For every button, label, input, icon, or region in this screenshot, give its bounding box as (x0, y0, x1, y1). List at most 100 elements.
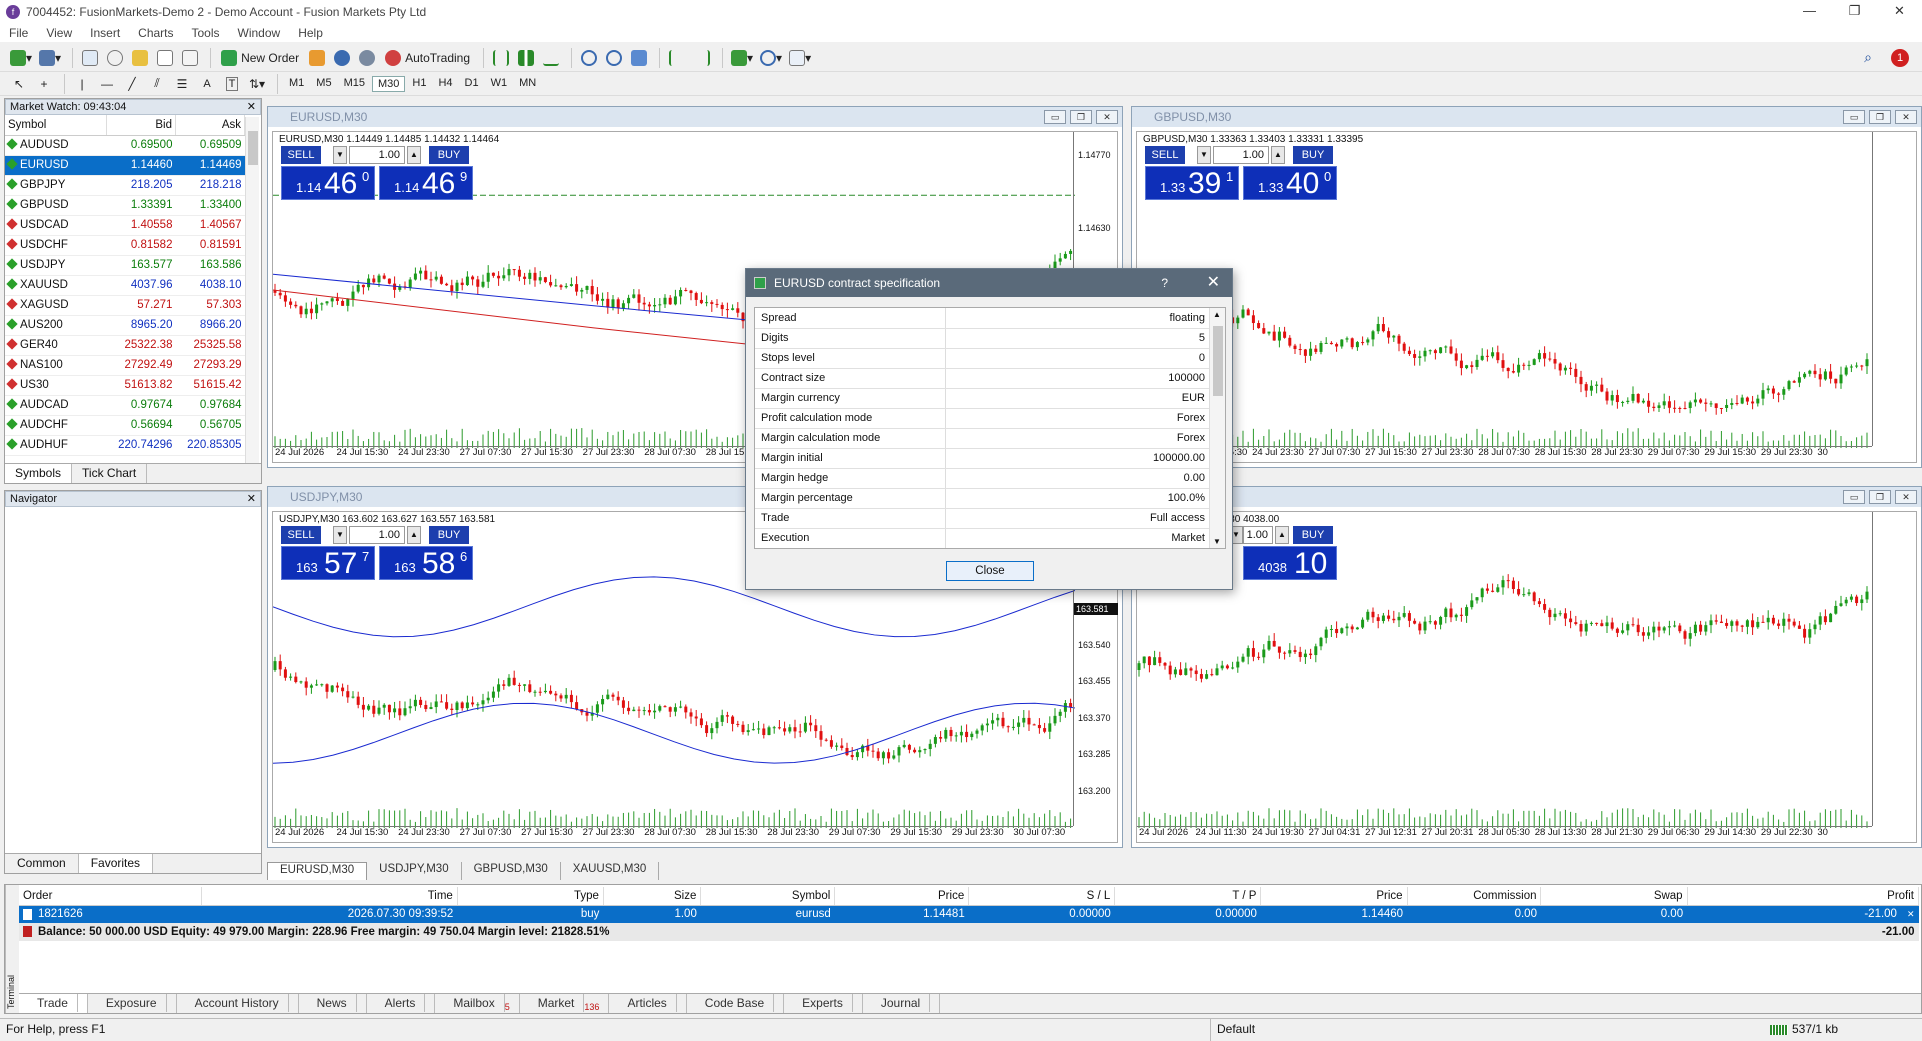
col-time[interactable]: Time (201, 887, 458, 906)
market-row-eurusd[interactable]: EURUSD 1.14460 1.14469 (5, 155, 245, 176)
line-chart-button[interactable] (540, 47, 562, 69)
market-row-ger40[interactable]: GER40 25322.38 25325.58 (5, 335, 245, 356)
chart-tab-xauusd[interactable]: XAUUSD,M30 (561, 862, 660, 880)
order-row[interactable]: 1821626 2026.07.30 09:39:52 buy 1.00 eur… (19, 905, 1919, 923)
buy-button[interactable]: BUY (429, 146, 469, 164)
market-row-us30[interactable]: US30 51613.82 51615.42 (5, 375, 245, 396)
terminal-toggle[interactable] (154, 47, 176, 69)
signals-button[interactable] (331, 47, 353, 69)
buy-price-button[interactable]: 1.33 40 0 (1243, 166, 1337, 200)
navigator-close-icon[interactable]: ✕ (247, 492, 256, 506)
volume-up-button[interactable]: ▲ (1271, 146, 1285, 164)
close-button[interactable]: Close (946, 561, 1034, 581)
market-row-xagusd[interactable]: XAGUSD 57.271 57.303 (5, 295, 245, 316)
minimize-button[interactable]: — (1787, 0, 1832, 24)
menu-help[interactable]: Help (289, 26, 332, 40)
col-symbol[interactable]: Symbol (700, 887, 836, 906)
timeframe-h4[interactable]: H4 (433, 76, 457, 92)
market-row-audchf[interactable]: AUDCHF 0.56694 0.56705 (5, 415, 245, 436)
terminal-tab-market[interactable]: Market 136 (520, 994, 610, 1013)
chart-window-gbpusd[interactable]: GBPUSD,M30 ▭ ❐ ✕ GBPUSD,M30 1.33363 1.33403 … (1131, 106, 1922, 468)
bar-chart-button[interactable] (490, 47, 512, 69)
navigator-toggle[interactable] (129, 47, 151, 69)
col-commission[interactable]: Commission (1407, 887, 1542, 906)
chart-tab-gbpusd[interactable]: GBPUSD,M30 (462, 862, 561, 880)
terminal-tab-code-base[interactable]: Code Base (687, 994, 785, 1013)
profiles-button[interactable]: ▾ (37, 47, 63, 69)
col-s-l[interactable]: S / L (968, 887, 1116, 906)
chart-minimize-button[interactable]: ▭ (1843, 110, 1865, 124)
time-axis[interactable]: 24 Jul 202624 Jul 15:3024 Jul 23:3027 Ju… (1137, 446, 1872, 462)
fibonacci-tool[interactable]: ☰ (171, 73, 193, 95)
sell-price-button[interactable]: 1.33 39 1 (1145, 166, 1239, 200)
market-row-gbpusd[interactable]: GBPUSD 1.33391 1.33400 (5, 195, 245, 216)
volume-down-button[interactable]: ▼ (1197, 146, 1211, 164)
volume-up-button[interactable]: ▲ (1275, 526, 1289, 544)
tab-tick-chart[interactable]: Tick Chart (72, 464, 148, 483)
buy-price-button[interactable]: 4038 10 (1243, 546, 1337, 580)
buy-button[interactable]: BUY (1293, 146, 1333, 164)
timeframe-m5[interactable]: M5 (311, 76, 336, 92)
chart-title-bar[interactable]: GBPUSD,M30 ▭ ❐ ✕ (1132, 107, 1921, 127)
chart-close-button[interactable]: ✕ (1895, 110, 1917, 124)
col-profit[interactable]: Profit (1687, 887, 1920, 906)
col-price-current[interactable]: Price (1260, 887, 1408, 906)
col-price[interactable]: Price (834, 887, 970, 906)
sell-button[interactable]: SELL (281, 146, 321, 164)
menu-view[interactable]: View (37, 26, 81, 40)
volume-input[interactable]: 1.00 (349, 526, 405, 544)
chart-title-bar[interactable]: XAUUSD,M30▭❐✕ (1132, 487, 1921, 507)
volume-up-button[interactable]: ▲ (407, 146, 421, 164)
market-row-usdjpy[interactable]: USDJPY 163.577 163.586 (5, 255, 245, 276)
market-row-audcad[interactable]: AUDCAD 0.97674 0.97684 (5, 395, 245, 416)
terminal-tab-account-history[interactable]: Account History (177, 994, 299, 1013)
tab-favorites[interactable]: Favorites (78, 854, 154, 873)
volume-input[interactable]: 1.00 (349, 146, 405, 164)
market-row-usdchf[interactable]: USDCHF 0.81582 0.81591 (5, 235, 245, 256)
terminal-tab-journal[interactable]: Journal (863, 994, 941, 1013)
terminal-tab-mailbox[interactable]: Mailbox 5 (435, 994, 520, 1013)
chart-title-bar[interactable]: EURUSD,M30 ▭ ❐ ✕ (268, 107, 1122, 127)
metaeditor-button[interactable] (306, 47, 328, 69)
cursor-tool[interactable]: ↖ (8, 73, 30, 95)
menu-window[interactable]: Window (229, 26, 290, 40)
close-window-button[interactable]: ✕ (1877, 0, 1922, 24)
data-window-toggle[interactable] (104, 47, 126, 69)
text-tool[interactable]: A (196, 73, 218, 95)
dialog-help-button[interactable]: ? (1161, 269, 1168, 297)
sell-price-button[interactable]: 163 57 7 (281, 546, 375, 580)
close-order-icon[interactable]: ✕ (1907, 909, 1915, 919)
chart-minimize-button[interactable]: ▭ (1044, 110, 1066, 124)
chart-restore-button[interactable]: ❐ (1869, 110, 1891, 124)
buy-price-button[interactable]: 163 58 6 (379, 546, 473, 580)
channel-tool[interactable]: ⫽ (146, 73, 168, 95)
auto-scroll-button[interactable] (666, 47, 688, 69)
market-row-audhuf[interactable]: AUDHUF 220.74296 220.85305 (5, 435, 245, 456)
col-bid[interactable]: Bid (106, 115, 176, 136)
zoom-out-button[interactable] (603, 47, 625, 69)
market-row-xauusd[interactable]: XAUUSD 4037.96 4038.10 (5, 275, 245, 296)
col-t-p[interactable]: T / P (1114, 887, 1262, 906)
market-row-usdcad[interactable]: USDCAD 1.40558 1.40567 (5, 215, 245, 236)
maximize-button[interactable]: ❐ (1832, 0, 1877, 24)
chart-close-button[interactable]: ✕ (1096, 110, 1118, 124)
market-watch-toggle[interactable] (79, 47, 101, 69)
market-watch-close-icon[interactable]: ✕ (247, 100, 256, 114)
search-button[interactable]: ⌕ (1857, 47, 1879, 69)
timeframe-m30[interactable]: M30 (371, 75, 406, 92)
price-axis[interactable] (1872, 512, 1916, 826)
chart-restore-button[interactable]: ❐ (1070, 110, 1092, 124)
col-size[interactable]: Size (603, 887, 702, 906)
spec-scrollbar[interactable]: ▲ ▼ (1209, 308, 1225, 548)
timeframe-w1[interactable]: W1 (486, 76, 513, 92)
menu-file[interactable]: File (0, 26, 37, 40)
vertical-line-tool[interactable]: | (71, 73, 93, 95)
time-axis[interactable]: 24 Jul 2026 24 Jul 11:30 24 Jul 19:30 27 Ju… (1137, 826, 1872, 842)
terminal-tab-news[interactable]: News (299, 994, 367, 1013)
chart-minimize-button[interactable]: ▭ (1843, 490, 1865, 504)
chart-window-xauusd[interactable]: XAUUSD,M30▭❐✕3.14 4038.14 4031.30 4038.0… (1131, 486, 1922, 848)
market-row-audusd[interactable]: AUDUSD 0.69500 0.69509 (5, 135, 245, 156)
tab-common[interactable]: Common (5, 854, 79, 873)
terminal-tab-experts[interactable]: Experts (784, 994, 863, 1013)
terminal-tab-exposure[interactable]: Exposure (88, 994, 177, 1013)
